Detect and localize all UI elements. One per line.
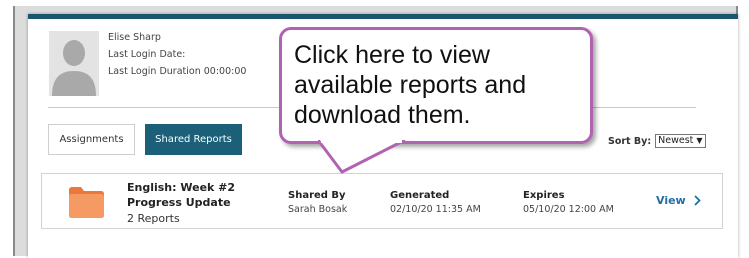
callout-text: Click here to view available reports and… <box>294 41 527 129</box>
report-row[interactable]: English: Week #2 Progress Update 2 Repor… <box>41 173 723 229</box>
view-label: View <box>656 194 686 207</box>
triangle-down-icon: ▼ <box>696 136 703 145</box>
sort-control: Sort By: Newest ▼ <box>608 134 706 148</box>
user-info: Elise Sharp Last Login Date: Last Login … <box>108 29 246 80</box>
chevron-right-icon <box>694 195 701 206</box>
expires-value: 05/10/20 12:00 AM <box>523 204 614 215</box>
user-name: Elise Sharp <box>108 32 161 43</box>
sort-selected-value: Newest <box>658 135 694 146</box>
shared-by-column: Shared By Sarah Bosak <box>288 189 347 217</box>
sort-select[interactable]: Newest ▼ <box>655 134 706 148</box>
generated-column: Generated 02/10/20 11:35 AM <box>390 189 481 217</box>
sort-label: Sort By: <box>608 135 652 147</box>
callout-bubble: Click here to view available reports and… <box>279 27 593 144</box>
report-count: 2 Reports <box>127 212 180 225</box>
folder-icon <box>69 187 104 218</box>
view-link[interactable]: View <box>656 194 701 207</box>
tab-assignments[interactable]: Assignments <box>48 124 135 155</box>
tab-shared-reports[interactable]: Shared Reports <box>145 124 242 155</box>
expires-column: Expires 05/10/20 12:00 AM <box>523 189 614 217</box>
last-login-duration: Last Login Duration 00:00:00 <box>108 66 247 77</box>
generated-header: Generated <box>390 190 450 201</box>
shared-by-value: Sarah Bosak <box>288 204 348 215</box>
avatar <box>49 31 99 96</box>
last-login-date: Last Login Date: <box>108 49 186 60</box>
generated-value: 02/10/20 11:35 AM <box>390 204 481 215</box>
user-silhouette-icon <box>49 31 99 96</box>
callout-pointer <box>318 140 406 174</box>
expires-header: Expires <box>523 190 565 201</box>
shared-by-header: Shared By <box>288 190 346 201</box>
report-title: English: Week #2 Progress Update <box>127 181 236 209</box>
